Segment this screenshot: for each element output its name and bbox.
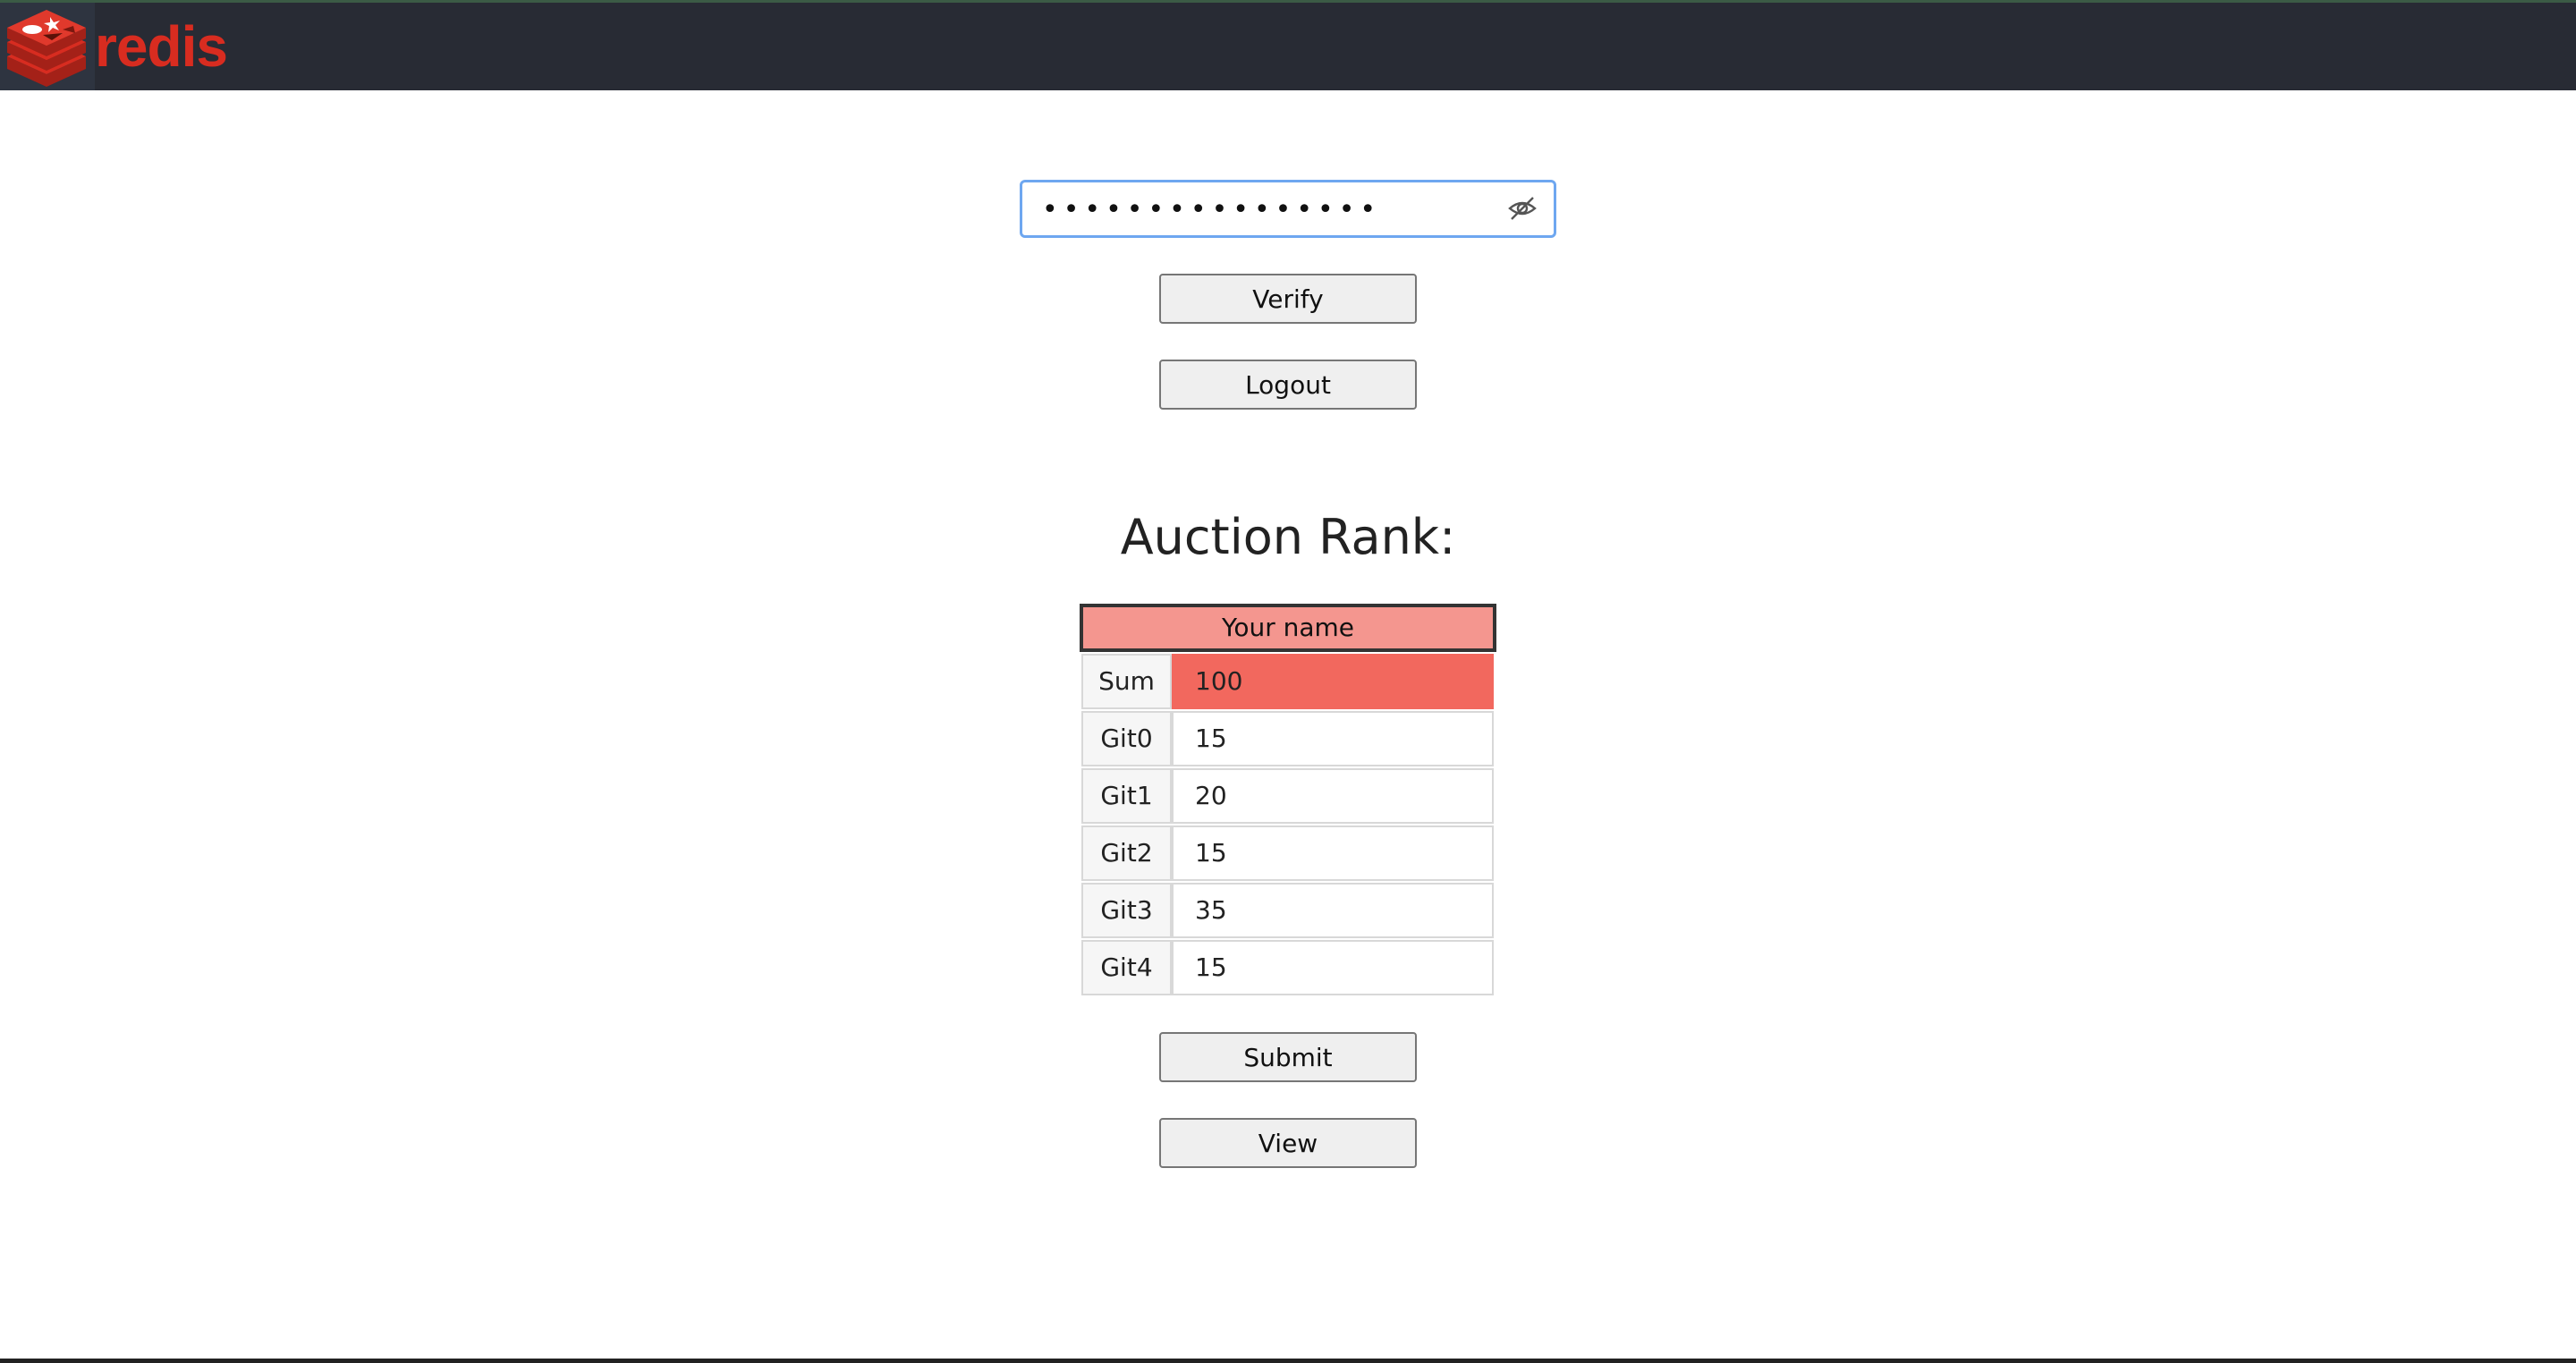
bottom-border xyxy=(0,1359,2576,1363)
row-input-git2[interactable]: 15 xyxy=(1172,825,1494,881)
row-input-git0[interactable]: 15 xyxy=(1172,711,1494,766)
password-field[interactable] xyxy=(1020,180,1556,238)
redis-logo-icon[interactable] xyxy=(0,3,95,90)
row-label-git0: Git0 xyxy=(1081,711,1172,766)
row-label-git3: Git3 xyxy=(1081,883,1172,938)
row-input-git3[interactable]: 35 xyxy=(1172,883,1494,938)
your-name-header-cell[interactable]: Your name xyxy=(1080,604,1496,652)
top-navbar: redis xyxy=(0,0,2576,90)
redis-logo-text[interactable]: redis xyxy=(95,15,228,78)
row-input-git1[interactable]: 20 xyxy=(1172,768,1494,824)
row-label-git1: Git1 xyxy=(1081,768,1172,824)
submit-button[interactable]: Submit xyxy=(1159,1032,1417,1082)
sum-label: Sum xyxy=(1081,654,1172,709)
row-label-git2: Git2 xyxy=(1081,825,1172,881)
view-button[interactable]: View xyxy=(1159,1118,1417,1168)
password-input[interactable] xyxy=(1040,190,1491,229)
auction-rank-title: Auction Rank: xyxy=(1120,509,1456,565)
verify-button[interactable]: Verify xyxy=(1159,274,1417,324)
logout-button[interactable]: Logout xyxy=(1159,360,1417,410)
sum-value: 100 xyxy=(1172,654,1494,709)
eye-slash-icon[interactable] xyxy=(1507,195,1538,222)
row-label-git4: Git4 xyxy=(1081,940,1172,995)
row-input-git4[interactable]: 15 xyxy=(1172,940,1494,995)
